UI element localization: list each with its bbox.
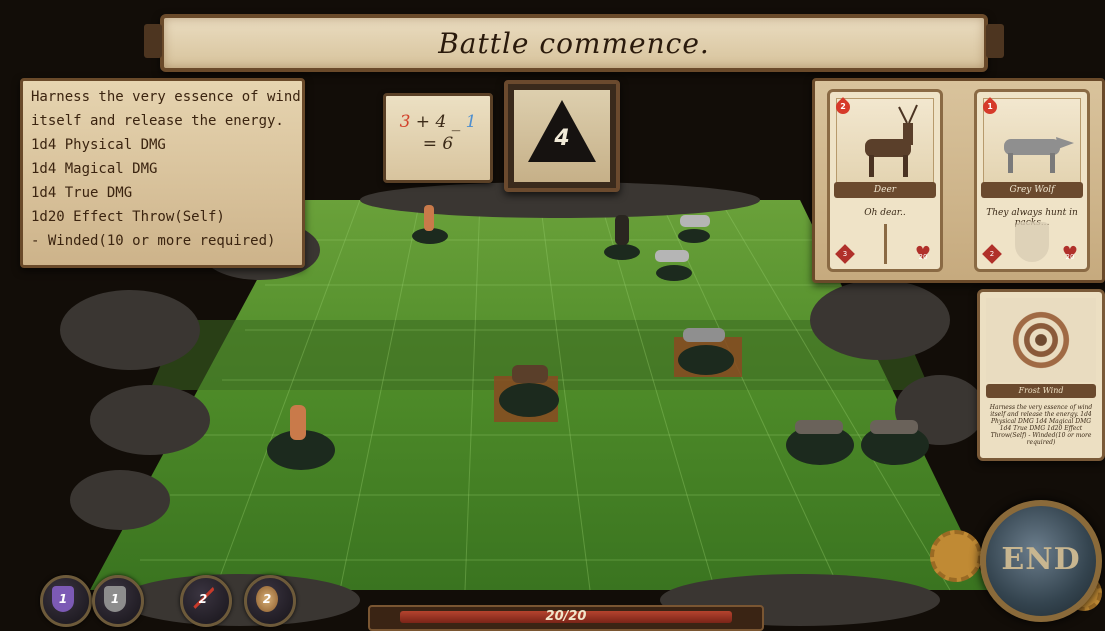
enemy-flavor: Oh dear..	[864, 208, 906, 218]
roll-term-b: 4	[435, 112, 447, 132]
description-line: Harness the very essence of wind	[31, 89, 301, 105]
sword-icon	[884, 224, 887, 264]
enemy-card-deer[interactable]: 2 Deer Oh dear.. 3 ♥ 20	[827, 89, 943, 272]
ability-name: Frost Wind	[986, 384, 1096, 398]
shield-emblem-icon	[1015, 222, 1049, 262]
shield-icon: 1	[52, 586, 74, 612]
enemy-blood: 1	[987, 102, 993, 111]
attack-value: 2	[198, 592, 208, 606]
attack-diamond-icon: 2	[982, 244, 1002, 264]
sword-icon: 2	[192, 586, 214, 612]
wolf-portrait	[983, 98, 1081, 188]
armor-value: 1	[110, 592, 120, 606]
player-health-bar: 20/20	[368, 605, 764, 631]
description-line: 1d4 Magical DMG	[31, 161, 158, 177]
enemy-attack: 2	[989, 250, 995, 258]
description-line: 1d4 Physical DMG	[31, 137, 166, 153]
heart-icon: ♥ 20	[1061, 243, 1079, 264]
magic-shield-slot[interactable]: 1	[40, 575, 92, 627]
turn-banner: Battle commence.	[144, 14, 1004, 72]
roll-result: = 6	[422, 134, 454, 154]
roll-term-c: 1	[465, 112, 477, 132]
enemy-cards-panel: 2 Deer Oh dear.. 3 ♥ 20 1 Grey Wolf They …	[812, 78, 1105, 283]
health-text: 20/20	[545, 609, 587, 624]
roll-term-a: 3	[399, 112, 411, 132]
roll-op-plus: +	[415, 112, 431, 132]
deer-portrait	[836, 98, 934, 188]
ability-description-panel: Harness the very essence of wind itself …	[20, 78, 305, 268]
wind-spiral-art	[986, 298, 1096, 382]
banner-title: Battle commence.	[438, 26, 710, 60]
enemy-hp: 20	[918, 253, 928, 261]
roll-op-minus: _	[451, 112, 461, 132]
description-line: itself and release the energy.	[31, 113, 284, 129]
heart-icon: ♥ 20	[914, 243, 932, 264]
attack-diamond-icon: 3	[835, 244, 855, 264]
description-line: 1d4 True DMG	[31, 185, 133, 201]
armor-shield-icon: 1	[104, 586, 126, 612]
ability-card-frost-wind[interactable]: ⚙ Frost Wind Harness the very essence of…	[977, 289, 1105, 461]
roll-equation-card: 3 + 4 _ 1 = 6	[383, 93, 493, 183]
enemy-name: Grey Wolf	[981, 182, 1083, 198]
enemy-attack: 3	[842, 250, 848, 258]
blood-drop-icon: 2	[833, 97, 853, 117]
armor-slot[interactable]: 1	[92, 575, 144, 627]
magic-shield-value: 1	[58, 592, 68, 606]
game-scene: Battle commence. Harness the very essenc…	[0, 0, 1105, 631]
ability-text: Harness the very essence of wind itself …	[989, 404, 1093, 446]
description-line: 1d20 Effect Throw(Self)	[31, 209, 225, 225]
end-turn-button[interactable]: END	[980, 500, 1102, 622]
enemy-name: Deer	[834, 182, 936, 198]
token-value: 2	[262, 592, 272, 606]
die-card: 4	[504, 80, 620, 192]
enemy-hp: 20	[1065, 253, 1075, 261]
enemy-card-grey-wolf[interactable]: 1 Grey Wolf They always hunt in packs...…	[974, 89, 1090, 272]
blood-drop-icon: 1	[980, 97, 1000, 117]
end-label: END	[1001, 542, 1081, 577]
description-line: - Winded(10 or more required)	[31, 233, 276, 249]
attack-slot[interactable]: 2	[180, 575, 232, 627]
enemy-blood: 2	[840, 102, 846, 111]
die-value: 4	[554, 126, 570, 151]
gear-icon	[930, 530, 982, 582]
compass-token-icon: 2	[256, 586, 278, 612]
token-slot[interactable]: 2	[244, 575, 296, 627]
